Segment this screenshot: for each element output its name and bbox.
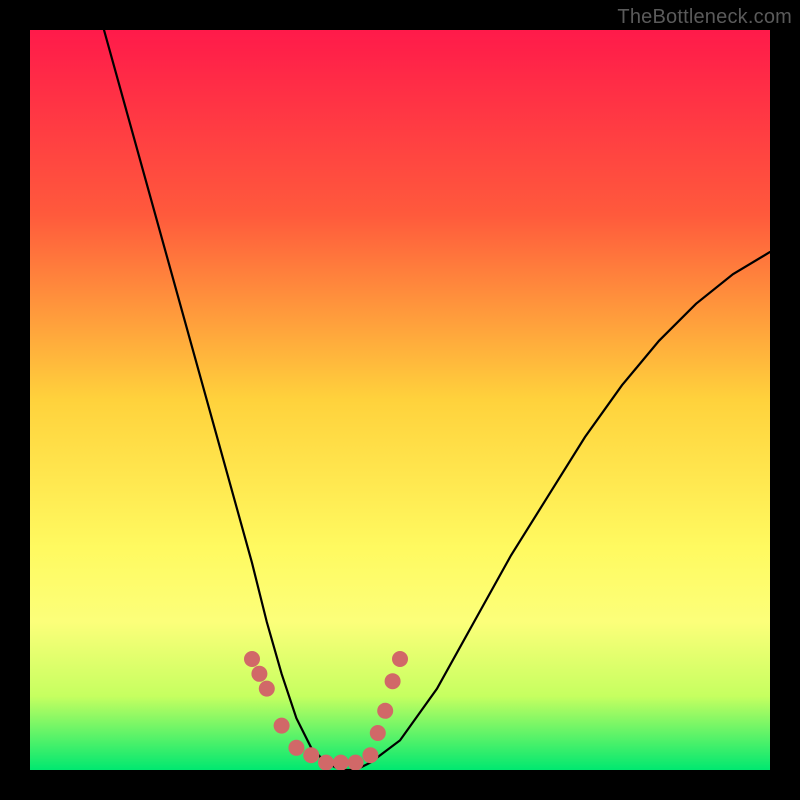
chart-frame: TheBottleneck.com [0, 0, 800, 800]
marker-dot [288, 740, 304, 756]
plot-background [30, 30, 770, 770]
marker-dot [370, 725, 386, 741]
marker-dot [251, 666, 267, 682]
marker-dot [348, 755, 364, 770]
bottleneck-svg [30, 30, 770, 770]
marker-dot [259, 681, 275, 697]
marker-dot [244, 651, 260, 667]
marker-dot [303, 747, 319, 763]
marker-dot [362, 747, 378, 763]
marker-dot [333, 755, 349, 770]
bottleneck-curve-path [104, 30, 770, 770]
marker-dot [385, 673, 401, 689]
marker-dot [392, 651, 408, 667]
marker-dot [274, 718, 290, 734]
marker-dot [318, 755, 334, 770]
watermark-text: TheBottleneck.com [617, 6, 792, 29]
marker-dot [377, 703, 393, 719]
